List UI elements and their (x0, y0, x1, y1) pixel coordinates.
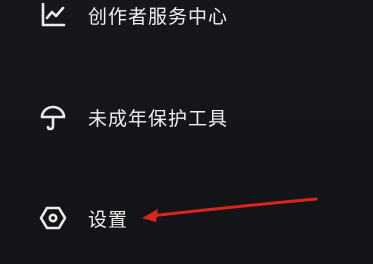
hexagon-settings-icon (38, 203, 68, 233)
trend-chart-icon (38, 0, 68, 30)
menu-item-minor-protection-tools[interactable]: 未成年保护工具 (0, 89, 373, 145)
settings-menu-screen: 创作者服务中心 未成年保护工具 设置 (0, 0, 373, 264)
menu-item-label: 设置 (88, 208, 129, 231)
menu-item-settings[interactable]: 设置 (0, 190, 373, 246)
menu-item-label: 创作者服务中心 (88, 5, 229, 28)
umbrella-icon (38, 102, 68, 132)
menu-item-label: 未成年保护工具 (88, 107, 229, 130)
menu-item-creator-service-center[interactable]: 创作者服务中心 (0, 0, 373, 43)
